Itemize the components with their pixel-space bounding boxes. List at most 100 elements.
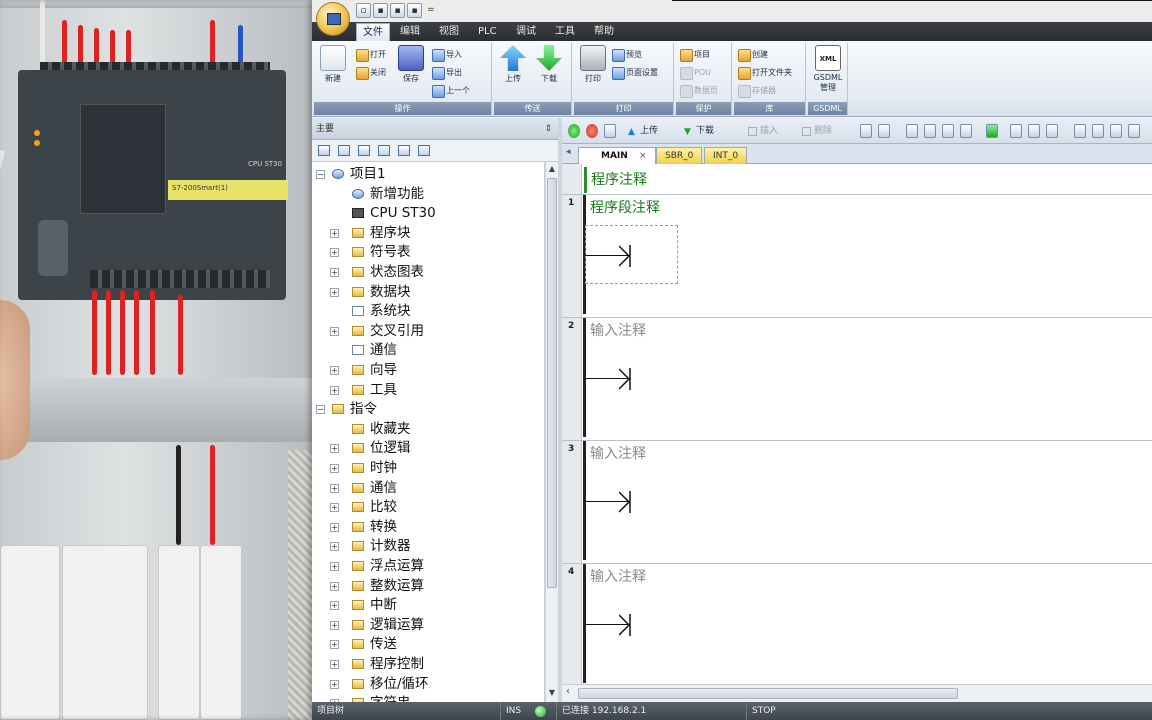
tree-node[interactable]: + 逻辑运算 bbox=[330, 615, 424, 635]
expand-icon[interactable]: + bbox=[330, 601, 339, 611]
tree-node[interactable]: + 程序块 bbox=[330, 223, 411, 243]
import-button[interactable]: 导入 bbox=[432, 47, 462, 62]
tree-node[interactable]: + 移位/循环 bbox=[330, 674, 429, 694]
network-2[interactable]: 2 输入注释 bbox=[562, 317, 1152, 437]
program-comment[interactable]: 程序注释 bbox=[584, 167, 764, 193]
network-comment[interactable]: 输入注释 bbox=[590, 322, 646, 340]
tree-node[interactable]: 系统块 bbox=[352, 301, 411, 321]
expand-icon[interactable]: + bbox=[330, 326, 339, 336]
expand-icon[interactable]: + bbox=[330, 542, 339, 552]
network-comment[interactable]: 输入注释 bbox=[590, 445, 646, 463]
save-icon[interactable]: ▪ bbox=[390, 3, 405, 18]
tree-node[interactable]: − 项目1 bbox=[316, 164, 386, 184]
run-icon[interactable] bbox=[568, 124, 580, 138]
page-setup-button[interactable]: 页面设置 bbox=[612, 65, 658, 80]
editor-horizontal-scrollbar[interactable]: ‹ bbox=[562, 684, 1152, 702]
menu-file[interactable]: 文件 bbox=[356, 23, 390, 41]
tree-vertical-scrollbar[interactable]: ▲ ▼ bbox=[545, 162, 558, 702]
open-folder-icon[interactable]: ▪ bbox=[373, 3, 388, 18]
close-button[interactable]: 关闭 bbox=[356, 65, 386, 80]
export-button[interactable]: 导出 bbox=[432, 65, 462, 80]
network-comment[interactable]: 输入注释 bbox=[590, 568, 646, 586]
network-icon[interactable] bbox=[860, 124, 872, 138]
collapse-icon[interactable]: − bbox=[316, 405, 325, 415]
tree-node[interactable]: 收藏夹 bbox=[352, 419, 411, 439]
tree-node[interactable]: +字符串 bbox=[330, 693, 411, 702]
stop-icon[interactable] bbox=[586, 124, 598, 138]
open-library-folder-button[interactable]: 打开文件夹 bbox=[738, 65, 792, 80]
menu-view[interactable]: 视图 bbox=[433, 23, 465, 41]
tree-node[interactable]: + 传送 bbox=[330, 634, 397, 654]
contact-icon[interactable] bbox=[1010, 124, 1022, 138]
tab-int0[interactable]: INT_0 bbox=[704, 147, 748, 164]
network-3[interactable]: 3 输入注释 bbox=[562, 440, 1152, 560]
tree-node[interactable]: + 程序控制 bbox=[330, 654, 424, 674]
expand-icon[interactable]: + bbox=[330, 660, 339, 669]
menu-tools[interactable]: 工具 bbox=[549, 23, 581, 41]
tree-node[interactable]: + 位逻辑 bbox=[330, 438, 411, 458]
line-icon[interactable] bbox=[1128, 124, 1140, 138]
scroll-up-icon[interactable]: ▲ bbox=[547, 164, 557, 176]
tree-node[interactable]: + 符号表 bbox=[330, 242, 411, 262]
expand-icon[interactable]: + bbox=[330, 522, 339, 532]
tree-view-icon[interactable] bbox=[378, 145, 390, 156]
bookmark-icon[interactable] bbox=[924, 124, 936, 138]
create-library-button[interactable]: 创建 bbox=[738, 47, 768, 62]
tree-node[interactable]: + 比较 bbox=[330, 497, 397, 517]
print-icon[interactable]: ▪ bbox=[407, 3, 422, 18]
expand-icon[interactable]: + bbox=[330, 464, 339, 473]
protect-data-page-button[interactable]: 数据页 bbox=[680, 83, 718, 98]
tree-node[interactable]: + 时钟 bbox=[330, 458, 397, 478]
bookmark-icon[interactable] bbox=[960, 124, 972, 138]
contact-icon[interactable] bbox=[1028, 124, 1040, 138]
application-menu-button[interactable] bbox=[316, 2, 350, 36]
download-button[interactable]: 下载 bbox=[532, 45, 566, 84]
expand-icon[interactable]: + bbox=[330, 366, 339, 375]
tab-sbr0[interactable]: SBR_0 bbox=[656, 147, 703, 164]
network-comment[interactable]: 程序段注释 bbox=[590, 199, 660, 217]
preview-button[interactable]: 预览 bbox=[612, 47, 642, 62]
scroll-thumb[interactable] bbox=[578, 688, 958, 699]
tree-view-icon[interactable] bbox=[398, 145, 410, 156]
tree-node[interactable]: + 工具 bbox=[330, 380, 397, 400]
go-icon[interactable] bbox=[986, 124, 998, 138]
menu-plc[interactable]: PLC bbox=[472, 23, 503, 41]
open-button[interactable]: 打开 bbox=[356, 47, 386, 62]
expand-icon[interactable]: + bbox=[330, 268, 339, 277]
tree-node[interactable]: + 整数运算 bbox=[330, 576, 424, 596]
network-4[interactable]: 4 输入注释 bbox=[562, 563, 1152, 683]
tree-node[interactable]: 通信 bbox=[352, 340, 397, 360]
print-button[interactable]: 打印 bbox=[576, 45, 610, 84]
expand-icon[interactable]: + bbox=[330, 503, 339, 513]
expand-icon[interactable]: + bbox=[330, 679, 339, 689]
insert-toolbar-button[interactable]: 插入 bbox=[746, 124, 778, 138]
library-memory-button[interactable]: 存储器 bbox=[738, 83, 776, 98]
tree-view-icon[interactable] bbox=[338, 145, 350, 156]
upload-toolbar-button[interactable]: ▲ 上传 bbox=[626, 124, 658, 138]
expand-icon[interactable]: + bbox=[330, 620, 339, 630]
tab-scroll-left-icon[interactable]: ◂ bbox=[566, 147, 571, 157]
download-toolbar-button[interactable]: ▼ 下载 bbox=[682, 124, 714, 138]
tree-node[interactable]: CPU ST30 bbox=[352, 203, 436, 223]
delete-toolbar-button[interactable]: 删除 bbox=[800, 124, 832, 138]
gsdml-manage-button[interactable]: XML GSDML 管理 bbox=[811, 45, 845, 93]
expand-icon[interactable]: + bbox=[330, 228, 339, 238]
tree-node[interactable]: + 交叉引用 bbox=[330, 321, 424, 341]
line-icon[interactable] bbox=[1092, 124, 1104, 138]
quick-access-customize-icon[interactable]: = bbox=[424, 3, 435, 19]
expand-icon[interactable]: + bbox=[330, 562, 339, 571]
network-1[interactable]: 1 程序段注释 bbox=[562, 194, 1152, 314]
tree-view-icon[interactable] bbox=[318, 145, 330, 156]
tree-node[interactable]: 新增功能 bbox=[352, 184, 424, 204]
tree-node[interactable]: + 中断 bbox=[330, 595, 397, 615]
expand-icon[interactable]: + bbox=[330, 444, 339, 454]
ladder-editor[interactable]: 程序注释 1 程序段注释 2 输入注释 3 输入注释 4 输入注释 bbox=[562, 164, 1152, 684]
tree-node[interactable]: + 向导 bbox=[330, 360, 397, 380]
expand-icon[interactable]: + bbox=[330, 483, 339, 493]
tree-node[interactable]: − 指令 bbox=[316, 399, 377, 419]
line-icon[interactable] bbox=[1074, 124, 1086, 138]
network-icon[interactable] bbox=[878, 124, 890, 138]
tree-view-icon[interactable] bbox=[358, 145, 370, 156]
coil-icon[interactable] bbox=[1046, 124, 1058, 138]
scroll-left-icon[interactable]: ‹ bbox=[566, 686, 570, 697]
